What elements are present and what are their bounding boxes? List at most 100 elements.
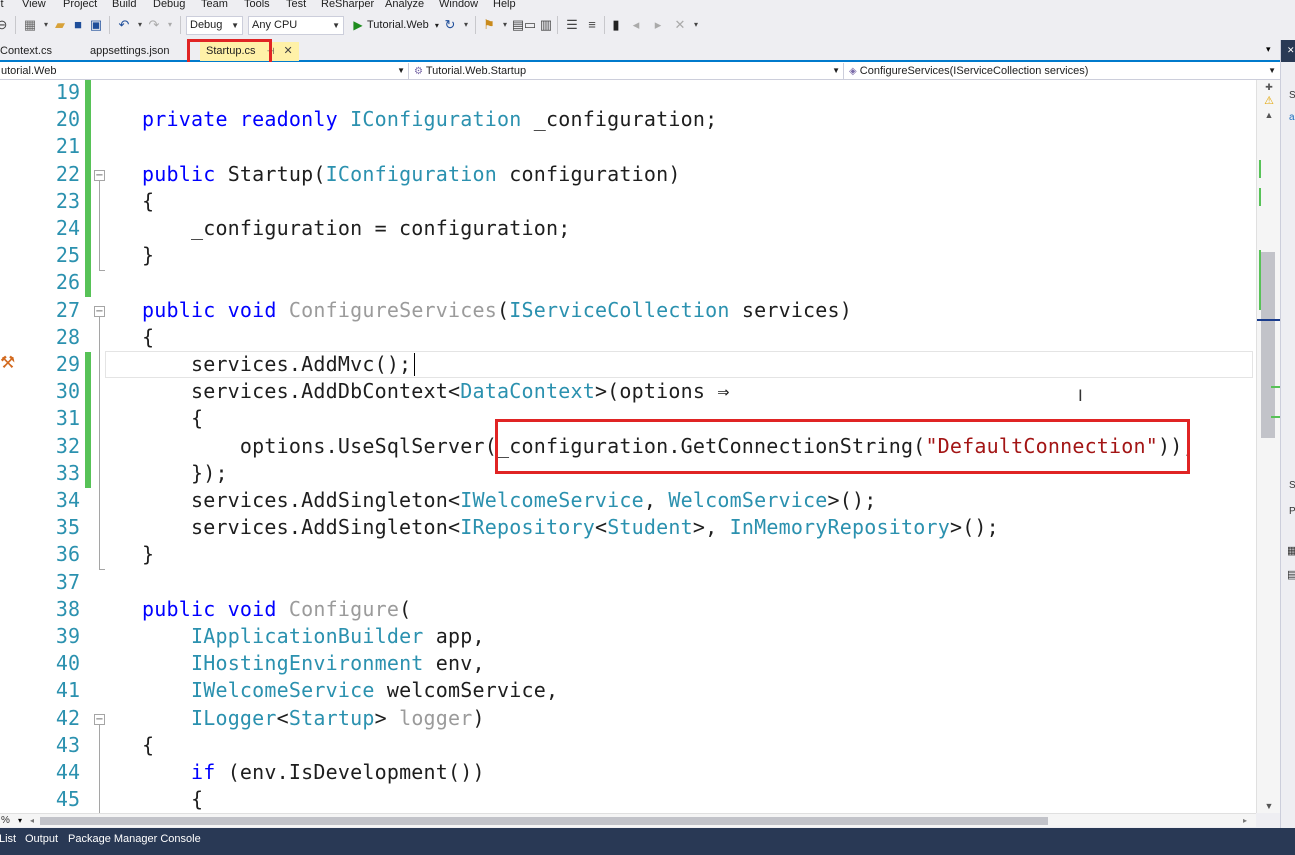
code-token: configuration): [497, 161, 681, 186]
menu-item-window[interactable]: Window: [439, 0, 478, 10]
code-token: Startup: [288, 705, 375, 730]
code-token: _configuration = configuration;: [142, 216, 571, 240]
solution-configuration-select[interactable]: Debug ▼: [186, 16, 243, 35]
panel-close-icon[interactable]: ✕: [1287, 45, 1295, 56]
code-token: IHostingEnvironment: [190, 651, 424, 676]
menu-item-debug[interactable]: Debug: [153, 0, 185, 10]
toolbar-separator: [109, 16, 110, 34]
close-icon[interactable]: ✕: [284, 45, 293, 57]
horizontal-scroll-thumb[interactable]: [40, 817, 1048, 825]
code-token: (: [399, 596, 412, 621]
indent-icon[interactable]: ☰: [564, 17, 580, 33]
tab-error-list[interactable]: List: [0, 833, 16, 845]
code-text: IWelcomeService welcomService,: [142, 677, 558, 704]
solution-platform-select[interactable]: Any CPU ▼: [248, 16, 344, 35]
menu-item-resharper[interactable]: ReSharper: [321, 0, 374, 10]
tab-output[interactable]: Output: [25, 833, 58, 845]
code-token: IConfiguration: [325, 161, 497, 186]
undo-icon[interactable]: ↶: [116, 17, 132, 33]
vertical-scrollbar[interactable]: ✚ ⚠ ▲ ▼: [1256, 80, 1281, 813]
properties-icon[interactable]: ▤: [1287, 568, 1295, 581]
scroll-up-icon[interactable]: ▲: [1257, 108, 1281, 122]
tab-overflow-icon[interactable]: ▾: [1266, 44, 1271, 55]
find-in-files-icon[interactable]: ⚑: [481, 17, 497, 33]
code-token: IApplicationBuilder: [190, 624, 424, 648]
code-token: public: [142, 161, 228, 186]
start-debugging-button[interactable]: Tutorial.Web ▾: [367, 16, 439, 35]
hammer-icon[interactable]: ⚒: [0, 353, 20, 373]
scroll-down-icon[interactable]: ▼: [1257, 799, 1281, 813]
toolbar-separator: [557, 16, 558, 34]
code-line: 39 IApplicationBuilder app,: [0, 623, 1256, 650]
code-token: {: [142, 787, 204, 812]
code-token: (: [497, 297, 510, 322]
save-all-icon[interactable]: ▣: [88, 17, 104, 33]
menu-item-tools[interactable]: Tools: [244, 0, 270, 10]
navigate-back-icon[interactable]: ⊖: [0, 17, 10, 33]
line-number: 27: [55, 297, 80, 322]
chevron-down-icon: ▾: [434, 21, 439, 30]
zoom-level[interactable]: %: [0, 814, 10, 828]
line-number: 31: [55, 406, 80, 431]
code-token: ): [472, 705, 485, 730]
scroll-right-icon[interactable]: ▸: [1243, 814, 1247, 828]
menu-item-team[interactable]: Team: [201, 0, 228, 10]
menu-item-test[interactable]: Test: [286, 0, 306, 10]
toolbar-options-icon[interactable]: ▾: [688, 17, 704, 33]
code-text: }: [142, 242, 154, 269]
menu-item-analyze[interactable]: Analyze: [385, 0, 424, 10]
tab-appsettings-json[interactable]: appsettings.json: [84, 42, 176, 61]
code-token: welcomService,: [374, 678, 559, 703]
menu-item-view[interactable]: View: [22, 0, 46, 10]
line-number: 22: [55, 161, 80, 186]
tab-package-manager-console[interactable]: Package Manager Console: [68, 833, 201, 845]
redo-icon[interactable]: ↷: [146, 17, 162, 33]
vertical-scroll-thumb[interactable]: [1261, 252, 1275, 438]
tab-context-cs[interactable]: Context.cs: [0, 42, 58, 61]
refresh-icon[interactable]: ↻: [442, 17, 458, 33]
code-token: Startup(: [227, 161, 326, 186]
warning-icon[interactable]: ⚠: [1257, 94, 1281, 108]
clear-bookmarks-icon[interactable]: ✕: [672, 17, 688, 33]
outdent-icon[interactable]: ≡: [584, 17, 600, 33]
chevron-down-icon: ▼: [231, 21, 239, 30]
navigation-bar: utorial.Web ▼ ⚙ Tutorial.Web.Startup ▼ ◈…: [0, 62, 1280, 80]
code-line: 19: [0, 80, 1256, 106]
code-editor[interactable]: − − − 19 20 private readonly IConfiguratio…: [0, 80, 1256, 813]
code-text: public void Configure(: [142, 596, 411, 623]
project-select[interactable]: utorial.Web ▼: [0, 63, 409, 79]
save-icon[interactable]: ■: [70, 17, 86, 33]
play-icon[interactable]: ▶: [350, 17, 366, 33]
code-token: services.AddDbContext<: [142, 379, 461, 404]
previous-bookmark-icon[interactable]: ◂: [628, 17, 644, 33]
change-marker: [1259, 160, 1261, 178]
bookmark-icon[interactable]: ▮: [608, 17, 624, 33]
splitter-icon[interactable]: ✚: [1257, 80, 1281, 94]
new-project-icon[interactable]: ▦: [22, 17, 38, 33]
code-token: _configuration;: [521, 107, 718, 132]
properties-grid-icon[interactable]: ▦: [1287, 544, 1295, 557]
menu-item-project[interactable]: Project: [63, 0, 97, 10]
open-icon[interactable]: ▰: [52, 17, 68, 33]
chevron-down-icon[interactable]: ▾: [18, 814, 22, 828]
window-icon[interactable]: ▭: [522, 17, 538, 33]
line-number: 44: [55, 760, 80, 784]
menu-item-build[interactable]: Build: [112, 0, 136, 10]
code-line: 36}: [0, 541, 1256, 568]
code-line: 26: [0, 269, 1256, 296]
member-select[interactable]: ◈ ConfigureServices(IServiceCollection s…: [847, 63, 1279, 79]
refresh-dropdown-icon[interactable]: ▾: [458, 17, 474, 33]
menu-item-help[interactable]: Help: [493, 0, 516, 10]
code-line: 30 services.AddDbContext<DataContext>(op…: [0, 378, 1256, 405]
layout-icon[interactable]: ▥: [538, 17, 554, 33]
next-bookmark-icon[interactable]: ▸: [650, 17, 666, 33]
code-token: {: [142, 732, 155, 757]
code-line: 20 private readonly IConfiguration _confi…: [0, 106, 1256, 133]
horizontal-scrollbar[interactable]: % ▾ ◂ ▸: [0, 813, 1256, 827]
type-select[interactable]: ⚙ Tutorial.Web.Startup ▼: [412, 63, 844, 79]
line-number: 20: [55, 107, 80, 132]
redo-dropdown-icon[interactable]: ▾: [162, 17, 178, 33]
scroll-left-icon[interactable]: ◂: [30, 814, 34, 828]
menu-item-edit[interactable]: it: [0, 0, 4, 10]
panel-label: S: [1289, 480, 1295, 491]
